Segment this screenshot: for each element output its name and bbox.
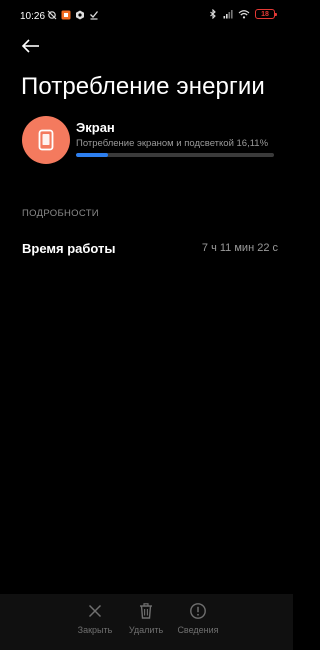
info-label: Сведения xyxy=(177,625,219,635)
usage-title: Экран xyxy=(76,120,115,135)
download-done-icon xyxy=(90,11,99,20)
close-button[interactable]: Закрыть xyxy=(67,602,123,635)
section-header-details: ПОДРОБНОСТИ xyxy=(22,208,99,219)
delete-label: Удалить xyxy=(128,625,164,635)
phone-screen-icon xyxy=(38,129,54,151)
battery-level: 18 xyxy=(261,10,269,18)
system-icons: 18 xyxy=(208,9,277,19)
wifi-icon xyxy=(238,10,250,19)
status-bar: 10:26 18 xyxy=(0,0,293,32)
arrow-left-icon xyxy=(21,39,39,53)
notification-icons xyxy=(47,10,99,20)
app-notification-icon xyxy=(61,10,71,20)
signal-icon xyxy=(223,10,233,19)
usage-item-screen: Экран Потребление экраном и подсветкой 1… xyxy=(22,116,278,166)
usage-progress-fill xyxy=(76,153,108,157)
close-label: Закрыть xyxy=(77,625,113,635)
hexagon-app-icon xyxy=(76,10,84,20)
detail-row-uptime: Время работы 7 ч 11 мин 22 с xyxy=(22,232,278,262)
usage-icon-background xyxy=(22,116,70,164)
status-time: 10:26 xyxy=(20,11,46,22)
close-icon xyxy=(88,604,102,618)
info-button[interactable]: Сведения xyxy=(170,602,226,635)
usage-description: Потребление экраном и подсветкой 16,11% xyxy=(76,138,269,149)
sync-off-icon xyxy=(47,10,57,20)
detail-value: 7 ч 11 мин 22 с xyxy=(201,242,278,254)
usage-progress-bar xyxy=(76,153,274,157)
delete-button[interactable]: Удалить xyxy=(118,602,174,635)
trash-icon xyxy=(140,603,152,619)
page-title: Потребление энергии xyxy=(21,73,265,100)
bottom-action-bar: Закрыть Удалить Сведения xyxy=(0,594,293,650)
battery-icon: 18 xyxy=(255,9,277,19)
detail-label: Время работы xyxy=(22,241,116,256)
back-button[interactable] xyxy=(18,36,46,58)
info-icon xyxy=(190,603,206,619)
bluetooth-icon xyxy=(210,9,216,19)
